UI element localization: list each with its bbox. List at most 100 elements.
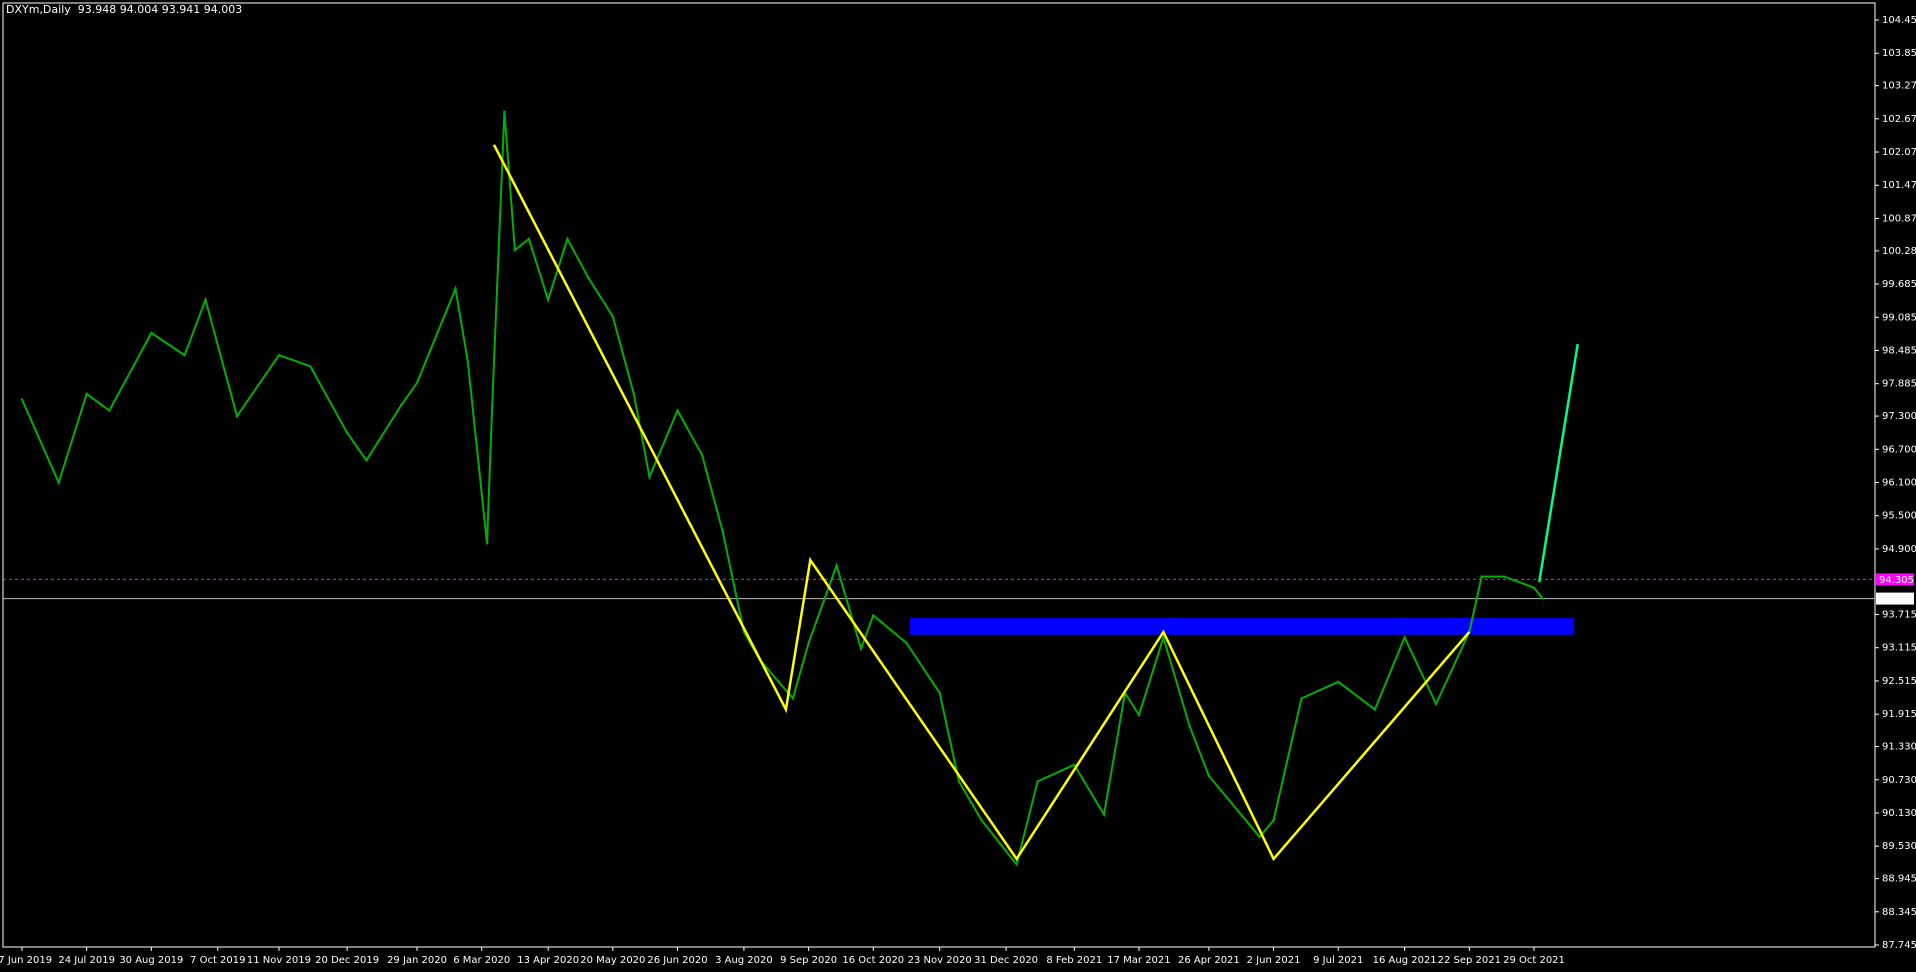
y-tick-label: 93.115 xyxy=(1882,643,1916,654)
price-point xyxy=(1207,774,1211,778)
y-tick-label: 88.945 xyxy=(1882,874,1916,885)
x-tick-label: 26 Jun 2020 xyxy=(647,955,707,966)
y-tick-label: 103.270 xyxy=(1882,81,1916,92)
x-tick-label: 2 Jun 2021 xyxy=(1247,955,1301,966)
price-point xyxy=(1258,835,1261,838)
y-tick-label: 89.530 xyxy=(1882,841,1916,852)
x-tick-label: 23 Nov 2020 xyxy=(908,955,972,966)
price-point xyxy=(957,780,961,783)
price-point xyxy=(1373,708,1377,711)
price-point xyxy=(1162,636,1165,639)
price-point xyxy=(632,392,635,396)
y-tick-label: 99.685 xyxy=(1882,279,1916,290)
y-tick-label: 99.085 xyxy=(1882,312,1916,323)
price-point xyxy=(466,359,469,362)
price-point xyxy=(611,315,614,318)
price-point xyxy=(1403,636,1406,639)
ask-price-label: 94.305 xyxy=(1879,575,1914,586)
x-tick-label: 11 Nov 2019 xyxy=(247,955,311,966)
y-tick-label: 96.100 xyxy=(1882,478,1916,489)
y-tick-label: 90.730 xyxy=(1882,775,1916,786)
y-tick-label: 103.855 xyxy=(1882,48,1916,59)
y-tick-label: 96.700 xyxy=(1882,444,1916,455)
price-point xyxy=(566,237,569,241)
price-point xyxy=(1188,724,1191,728)
price-point xyxy=(1480,575,1483,578)
y-tick-label: 95.500 xyxy=(1882,511,1916,522)
price-point xyxy=(108,409,111,412)
price-point xyxy=(513,248,517,252)
price-point xyxy=(503,110,506,113)
x-tick-label: 6 Mar 2020 xyxy=(453,955,510,966)
projection-line[interactable] xyxy=(1538,343,1579,583)
price-chart[interactable]: 104.455 103.855 103.270 102.670 102.070 101.4… xyxy=(0,0,1916,972)
price-point xyxy=(485,542,489,545)
x-tick-label: 29 Jan 2020 xyxy=(387,955,447,966)
price-point xyxy=(20,398,24,401)
price-point xyxy=(1300,697,1303,700)
price-point xyxy=(491,403,494,407)
x-tick-label: 17 Jun 2019 xyxy=(0,955,52,966)
price-point xyxy=(980,819,983,822)
x-tick-label: 3 Aug 2020 xyxy=(715,955,773,966)
x-tick-label: 29 Oct 2021 xyxy=(1503,955,1565,966)
price-point xyxy=(546,298,550,301)
y-tick-label: 97.885 xyxy=(1882,379,1916,390)
pattern-trendline[interactable] xyxy=(492,144,1471,862)
price-point xyxy=(905,641,908,645)
x-tick-label: 20 Dec 2019 xyxy=(315,955,379,966)
y-tick-label: 93.715 xyxy=(1882,610,1916,621)
x-tick-label: 24 Jul 2019 xyxy=(58,955,115,966)
x-tick-label: 7 Oct 2019 xyxy=(190,955,245,966)
price-point xyxy=(415,381,419,385)
x-tick-label: 22 Sep 2021 xyxy=(1438,955,1501,966)
price-point xyxy=(527,237,531,241)
x-tick-label: 13 Apr 2020 xyxy=(517,955,579,966)
price-point xyxy=(309,365,312,368)
price-point xyxy=(1272,819,1275,822)
chart-window[interactable]: DXYm,Daily 93.948 94.004 93.941 94.003 1… xyxy=(0,0,1916,972)
price-point xyxy=(365,459,368,462)
y-tick-label: 101.470 xyxy=(1882,180,1916,191)
x-tick-label: 31 Dec 2020 xyxy=(974,955,1038,966)
price-point xyxy=(235,414,239,418)
x-tick-label: 9 Sep 2020 xyxy=(780,955,837,966)
y-tick-label: 102.070 xyxy=(1882,147,1916,158)
price-point xyxy=(1102,813,1106,816)
price-point xyxy=(454,287,457,290)
price-point xyxy=(587,276,590,279)
y-tick-label: 97.300 xyxy=(1882,411,1916,422)
price-point xyxy=(1503,575,1506,578)
x-tick-label: 20 May 2020 xyxy=(580,955,645,966)
y-tick-label: 91.915 xyxy=(1882,709,1916,720)
price-point xyxy=(835,564,838,567)
x-tick-label: 17 Mar 2021 xyxy=(1107,955,1170,966)
price-point xyxy=(791,697,795,700)
price-point xyxy=(345,431,349,434)
price-point xyxy=(1434,702,1438,706)
price-point xyxy=(85,392,88,396)
support-zone xyxy=(909,618,1575,635)
x-tick-label: 30 Aug 2019 xyxy=(119,955,183,966)
price-point xyxy=(700,453,704,456)
price-point xyxy=(872,614,875,617)
price-series-line xyxy=(21,111,1544,867)
x-tick-label: 16 Oct 2020 xyxy=(842,955,904,966)
y-tick-label: 98.485 xyxy=(1882,345,1916,356)
price-point xyxy=(1541,597,1544,600)
x-tick-label: 16 Aug 2021 xyxy=(1373,955,1437,966)
x-tick-label: 26 Apr 2021 xyxy=(1178,955,1240,966)
price-point xyxy=(1337,680,1340,683)
price-point xyxy=(1015,863,1018,866)
y-tick-label: 94.900 xyxy=(1882,544,1916,555)
price-point xyxy=(204,298,207,301)
price-point xyxy=(277,354,281,357)
price-point xyxy=(676,409,679,412)
price-point xyxy=(57,481,60,484)
price-point xyxy=(1532,586,1536,589)
plot-frame xyxy=(2,2,1876,948)
y-tick-label: 102.670 xyxy=(1882,114,1916,125)
y-tick-label: 91.330 xyxy=(1882,742,1916,753)
price-point xyxy=(1137,713,1141,717)
price-point xyxy=(150,331,153,335)
